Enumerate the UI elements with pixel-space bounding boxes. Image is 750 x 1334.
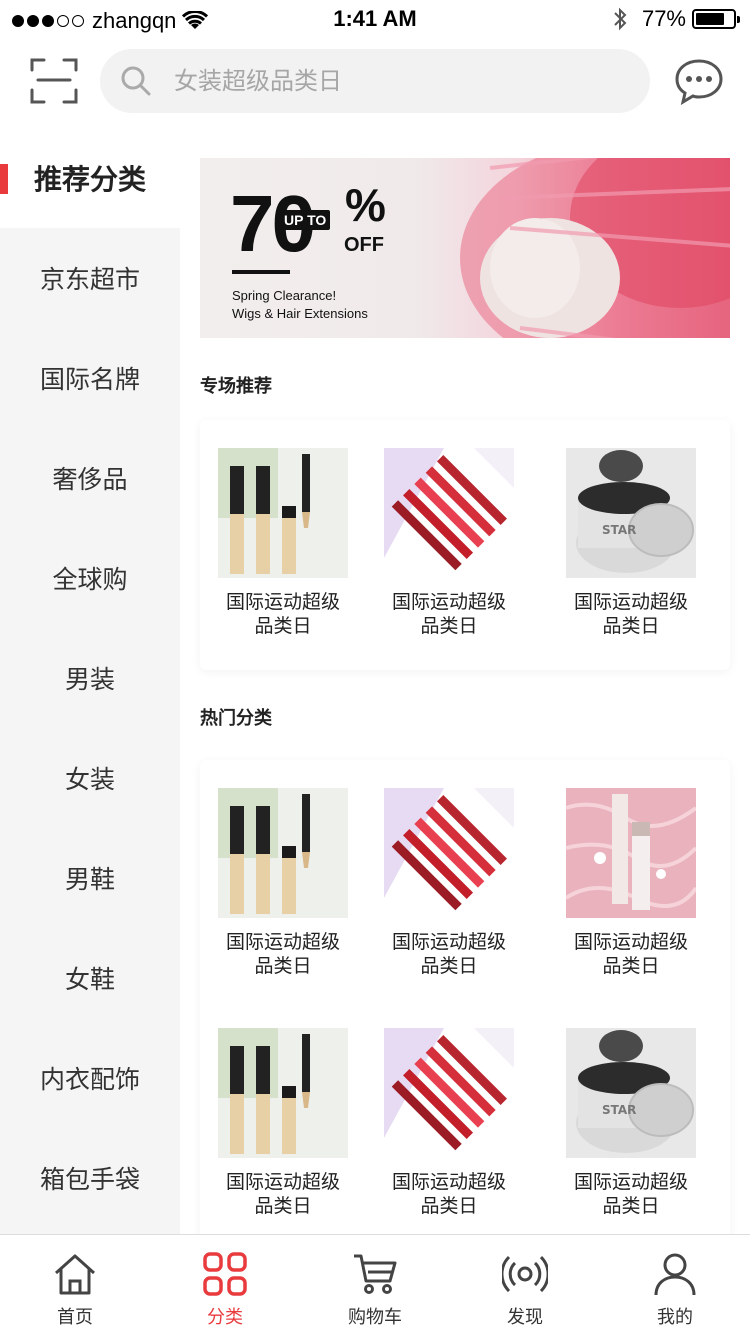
product-name: 国际运动超级品类日 [225, 931, 340, 977]
product-name: 国际运动超级品类日 [225, 1171, 340, 1217]
search-bar[interactable] [100, 49, 650, 113]
pink-tube-image [566, 788, 696, 918]
discover-icon [502, 1255, 548, 1293]
sidebar-item-womens-shoes[interactable]: 女鞋 [0, 928, 180, 1028]
sidebar-item-womenswear[interactable]: 女装 [0, 728, 180, 828]
sidebar-item-underwear[interactable]: 内衣配饰 [0, 1028, 180, 1128]
scan-icon[interactable] [30, 56, 78, 104]
sidebar-item-label: 男装 [64, 665, 115, 694]
battery-icon [692, 9, 740, 29]
sidebar-item-label: 箱包手袋 [39, 1165, 140, 1194]
search-icon [121, 66, 151, 96]
sidebar-item-label: 女鞋 [64, 965, 115, 994]
svg-text:STAR: STAR [602, 1103, 636, 1117]
banner-line-1: Spring Clearance! [232, 288, 337, 303]
product-item[interactable]: 国际运动超级品类日 [384, 448, 566, 638]
product-item[interactable]: 国际运动超级品类日 [384, 788, 566, 978]
concealer-image [218, 788, 348, 918]
bluetooth-icon [614, 7, 627, 31]
sidebar-item-label: 全球购 [52, 565, 128, 594]
bottom-tab-bar: 首页 分类 购物车 发现 我的 [0, 1234, 750, 1334]
tab-home[interactable]: 首页 [0, 1235, 150, 1334]
product-name: 国际运动超级品类日 [391, 931, 506, 977]
home-icon [54, 1254, 96, 1295]
battery-percent: 77% [641, 6, 686, 31]
sidebar-item-label: 奢侈品 [52, 465, 128, 494]
product-name: 国际运动超级品类日 [391, 591, 506, 637]
sidebar-item-label: 京东超市 [39, 265, 140, 294]
active-indicator [0, 164, 8, 194]
sidebar-item-label: 国际名牌 [39, 365, 140, 394]
tab-discover[interactable]: 发现 [450, 1235, 600, 1334]
model-hair-image [460, 158, 730, 338]
product-name: 国际运动超级品类日 [573, 931, 688, 977]
special-card: 国际运动超级品类日 国际运动超级品类日 STAR 国际运动超级品类日 [200, 420, 730, 670]
sidebar-item-label: 推荐分类 [33, 163, 146, 196]
battery-info: 77% [612, 6, 740, 32]
sidebar-item-label: 女装 [64, 765, 115, 794]
tab-label: 分类 [207, 1307, 243, 1328]
tab-profile[interactable]: 我的 [600, 1235, 750, 1334]
banner-up-to: UP TO [280, 210, 331, 230]
sidebar-item-mens-shoes[interactable]: 男鞋 [0, 828, 180, 928]
concealer-image [218, 448, 348, 578]
message-icon[interactable] [674, 57, 724, 105]
tab-label: 首页 [57, 1307, 93, 1328]
product-name: 国际运动超级品类日 [573, 1171, 688, 1217]
hot-card: 国际运动超级品类日 国际运动超级品类日 国际运动超级品类日 国际运动超级品类日 … [200, 760, 730, 1280]
product-item[interactable]: 国际运动超级品类日 [218, 448, 384, 638]
status-bar: zhangqn 1:41 AM 77% [0, 0, 750, 40]
lipgloss-image [384, 1028, 514, 1158]
tab-label: 我的 [657, 1307, 693, 1328]
section-title-hot: 热门分类 [200, 708, 272, 729]
product-name: 国际运动超级品类日 [391, 1171, 506, 1217]
star-jar-image: STAR [566, 448, 696, 578]
sidebar-item-bags[interactable]: 箱包手袋 [0, 1128, 180, 1228]
section-title-special: 专场推荐 [200, 376, 272, 397]
sidebar-item-recommended[interactable]: 推荐分类 [0, 128, 180, 228]
product-item[interactable]: 国际运动超级品类日 [566, 788, 732, 978]
sidebar-item-label: 内衣配饰 [39, 1065, 140, 1094]
category-sidebar: 推荐分类 京东超市 国际名牌 奢侈品 全球购 男装 女装 男鞋 女鞋 内衣配饰 … [0, 128, 180, 1234]
search-input[interactable] [174, 49, 634, 113]
product-item[interactable]: STAR 国际运动超级品类日 [566, 448, 732, 638]
product-name: 国际运动超级品类日 [573, 591, 688, 637]
star-jar-image: STAR [566, 1028, 696, 1158]
svg-text:STAR: STAR [602, 523, 636, 537]
product-name: 国际运动超级品类日 [225, 591, 340, 637]
sidebar-item-menswear[interactable]: 男装 [0, 628, 180, 728]
category-icon [203, 1252, 247, 1296]
tab-cart[interactable]: 购物车 [300, 1235, 450, 1334]
product-item[interactable]: 国际运动超级品类日 [218, 1028, 384, 1218]
main-content: 70 UP TO % OFF Spring Clearance! Wigs & … [200, 158, 730, 1280]
product-item[interactable]: 国际运动超级品类日 [218, 788, 384, 978]
sidebar-item-intl-brands[interactable]: 国际名牌 [0, 328, 180, 428]
banner-off: OFF [344, 234, 384, 256]
lipgloss-image [384, 448, 514, 578]
header [0, 48, 750, 114]
banner-percent: % [345, 179, 386, 231]
sidebar-item-label: 男鞋 [64, 865, 115, 894]
sidebar-item-luxury[interactable]: 奢侈品 [0, 428, 180, 528]
tab-category[interactable]: 分类 [150, 1235, 300, 1334]
sidebar-item-global-shopping[interactable]: 全球购 [0, 528, 180, 628]
profile-icon [654, 1253, 696, 1296]
concealer-image [218, 1028, 348, 1158]
product-item[interactable]: STAR 国际运动超级品类日 [566, 1028, 732, 1218]
sidebar-item-jd-supermarket[interactable]: 京东超市 [0, 228, 180, 328]
tab-label: 发现 [507, 1307, 543, 1328]
banner-line-2: Wigs & Hair Extensions [232, 306, 368, 321]
banner-rule [232, 270, 290, 274]
tab-label: 购物车 [348, 1307, 402, 1328]
cart-icon [354, 1254, 397, 1294]
product-item[interactable]: 国际运动超级品类日 [384, 1028, 566, 1218]
lipgloss-image [384, 788, 514, 918]
promo-banner[interactable]: 70 UP TO % OFF Spring Clearance! Wigs & … [200, 158, 730, 338]
